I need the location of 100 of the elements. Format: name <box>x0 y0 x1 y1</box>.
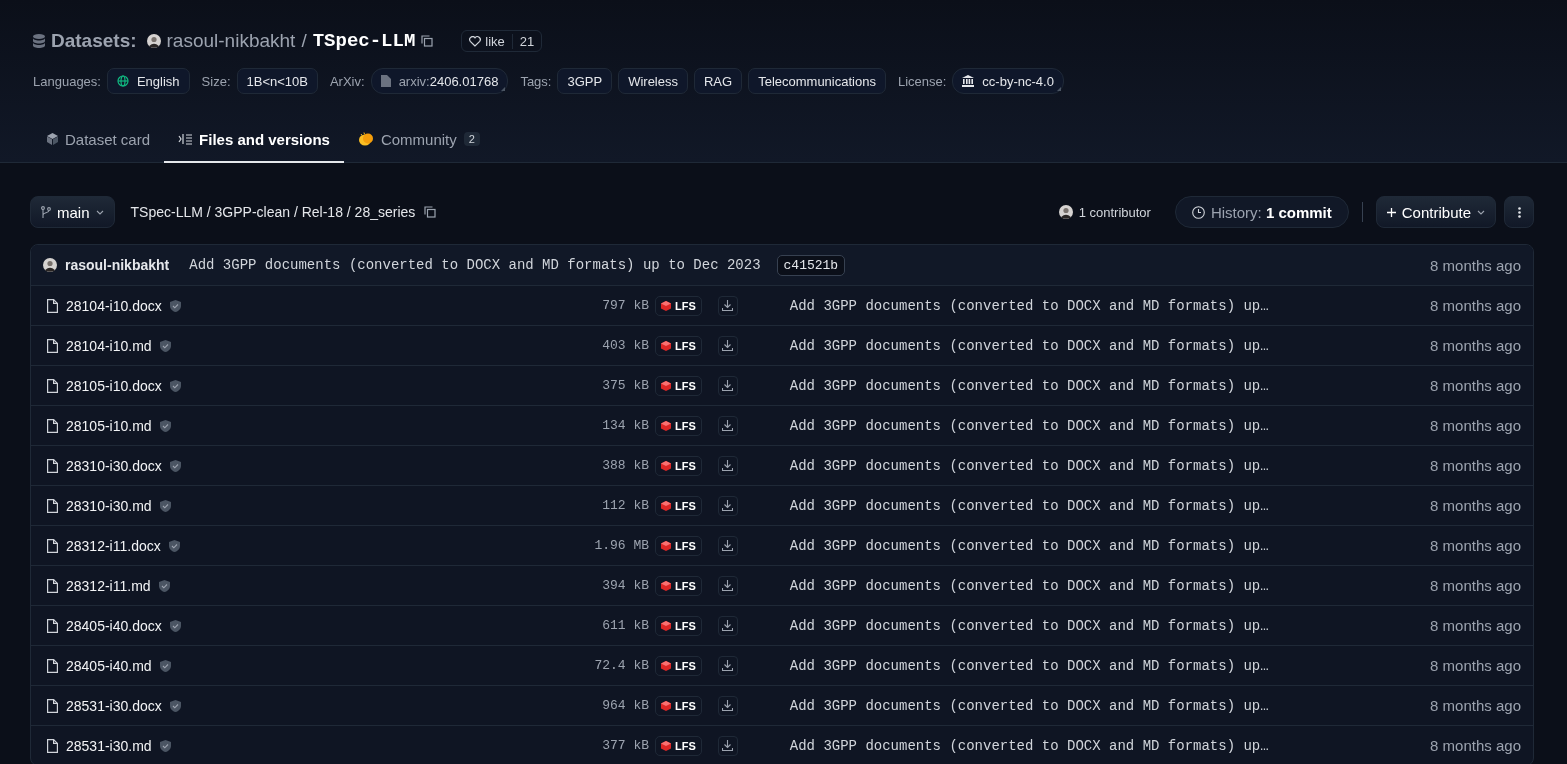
contribute-dropdown[interactable]: Contribute <box>1375 196 1496 228</box>
meta-label: Tags: <box>520 73 552 89</box>
commit-message-link[interactable]: Add 3GPP documents (converted to DOCX and MD formats) up… <box>789 377 1269 394</box>
download-icon <box>722 380 734 391</box>
download-button[interactable] <box>717 295 738 316</box>
file-name[interactable]: 28310-i30.docx <box>66 457 162 474</box>
shield-icon <box>158 579 170 592</box>
branch-dropdown[interactable]: main <box>30 196 115 228</box>
repo-name[interactable]: TSpec-LLM <box>312 30 416 52</box>
download-button[interactable] <box>717 615 738 636</box>
file-name[interactable]: 28104-i10.docx <box>66 297 162 314</box>
commit-message-link[interactable]: Add 3GPP documents (converted to DOCX and MD formats) up… <box>789 577 1269 594</box>
tag[interactable]: RAG <box>694 68 743 94</box>
download-button[interactable] <box>717 695 738 716</box>
download-button[interactable] <box>717 735 738 756</box>
download-button[interactable] <box>717 535 738 556</box>
cube-icon <box>661 740 671 751</box>
meta-label: ArXiv: <box>329 73 365 89</box>
file-name[interactable]: 28105-i10.docx <box>66 377 162 394</box>
caret-icon <box>1477 209 1485 215</box>
file-name[interactable]: 28104-i10.md <box>66 337 152 354</box>
commit-message-link[interactable]: Add 3GPP documents (converted to DOCX and MD formats) up… <box>789 337 1269 354</box>
file-name[interactable]: 28405-i40.md <box>66 657 152 674</box>
commit-hash[interactable]: c41521b <box>776 254 846 276</box>
file-icon <box>47 538 58 553</box>
tab[interactable]: Files and versions <box>164 117 344 163</box>
download-button[interactable] <box>717 495 738 516</box>
caret-icon <box>95 209 104 215</box>
commit-message-link[interactable]: Add 3GPP documents (converted to DOCX and MD formats) up… <box>789 497 1269 514</box>
arxiv-id: arxiv:2406.01768 <box>398 73 499 89</box>
tag[interactable]: 3GPP <box>557 68 613 94</box>
meta-label: Size: <box>201 73 231 89</box>
database-icon <box>33 34 45 48</box>
shield-icon <box>169 699 181 712</box>
commit-message-link[interactable]: Add 3GPP documents (converted to DOCX and MD formats) up… <box>789 537 1269 554</box>
commit-message-link[interactable]: Add 3GPP documents (converted to DOCX and MD formats) up… <box>789 297 1269 314</box>
download-button[interactable] <box>717 455 738 476</box>
count-badge: 2 <box>463 132 480 146</box>
more-button[interactable] <box>1504 196 1534 228</box>
section-title: Datasets: <box>51 30 137 52</box>
commit-message-link[interactable]: Add 3GPP documents (converted to DOCX and MD formats) up… <box>789 617 1269 634</box>
file-icon <box>47 418 58 433</box>
file-name[interactable]: 28531-i30.docx <box>66 697 162 714</box>
file-name[interactable]: 28405-i40.docx <box>66 617 162 634</box>
file-icon <box>47 338 58 353</box>
commit-message-link[interactable]: Add 3GPP documents (converted to DOCX and MD formats) up… <box>789 737 1269 754</box>
like-button[interactable]: like 21 <box>461 30 543 52</box>
tab[interactable]: Dataset card <box>33 117 165 163</box>
file-icon <box>47 618 58 633</box>
contributors-link[interactable]: 1 contributor <box>1078 204 1151 220</box>
breadcrumb-path[interactable]: TSpec-LLM / 3GPP-clean / Rel-18 / 28_series <box>130 204 416 220</box>
cube-icon <box>661 540 671 551</box>
file-icon <box>47 458 58 473</box>
file-icon <box>47 578 58 593</box>
file-name[interactable]: 28310-i30.md <box>66 497 152 514</box>
commit-author[interactable]: rasoul-nikbakht <box>65 257 170 273</box>
commit-message-link[interactable]: Add 3GPP documents (converted to DOCX and MD formats) up… <box>789 457 1269 474</box>
avatar <box>146 34 161 48</box>
download-button[interactable] <box>717 415 738 436</box>
cube-icon <box>661 620 671 631</box>
globe-icon <box>116 75 129 87</box>
commit-message-link[interactable]: Add 3GPP documents (converted to DOCX and MD formats) up… <box>789 657 1269 674</box>
cube-icon <box>47 133 58 145</box>
download-button[interactable] <box>717 375 738 396</box>
file-name[interactable]: 28312-i11.md <box>66 577 151 594</box>
shield-icon <box>159 739 171 752</box>
download-icon <box>722 740 734 751</box>
heart-icon <box>469 35 482 47</box>
copy-icon[interactable] <box>421 35 434 47</box>
shield-icon <box>169 459 181 472</box>
file-name[interactable]: 28531-i30.md <box>66 737 152 754</box>
download-button[interactable] <box>717 575 738 596</box>
file-name[interactable]: 28105-i10.md <box>66 417 152 434</box>
bank-icon <box>962 75 975 87</box>
clock-icon <box>1191 205 1205 219</box>
file-icon <box>47 498 58 513</box>
commit-message-link[interactable]: Add 3GPP documents (converted to DOCX and MD formats) up… <box>789 417 1269 434</box>
owner-link[interactable]: rasoul-nikbakht <box>166 30 296 52</box>
language-tag[interactable]: English <box>106 68 190 94</box>
file-name[interactable]: 28312-i11.docx <box>66 537 161 554</box>
commit-time: 8 months ago <box>1430 417 1521 434</box>
tag[interactable]: Wireless <box>618 68 688 94</box>
tab[interactable]: Community 2 <box>343 117 494 163</box>
cube-icon <box>661 300 671 311</box>
tag[interactable]: Telecommunications <box>748 68 886 94</box>
download-button[interactable] <box>717 335 738 356</box>
commit-time: 8 months ago <box>1430 617 1521 634</box>
cube-icon <box>661 500 671 511</box>
download-icon <box>722 580 734 591</box>
license-tag[interactable]: cc-by-nc-4.0 <box>952 68 1064 94</box>
commit-message-link[interactable]: Add 3GPP documents (converted to DOCX and MD formats) up… <box>789 697 1269 714</box>
size-tag[interactable]: 1B<n<10B <box>236 68 318 94</box>
download-button[interactable] <box>717 655 738 676</box>
license-name: cc-by-nc-4.0 <box>982 73 1054 89</box>
file-size: 394 kB <box>601 578 649 593</box>
download-icon <box>722 660 734 671</box>
copy-icon[interactable] <box>424 206 437 218</box>
lfs-badge: LFS <box>655 295 702 316</box>
history-button[interactable]: History: 1 commit <box>1174 196 1349 228</box>
arxiv-tag[interactable]: arxiv:2406.01768 <box>370 68 509 94</box>
